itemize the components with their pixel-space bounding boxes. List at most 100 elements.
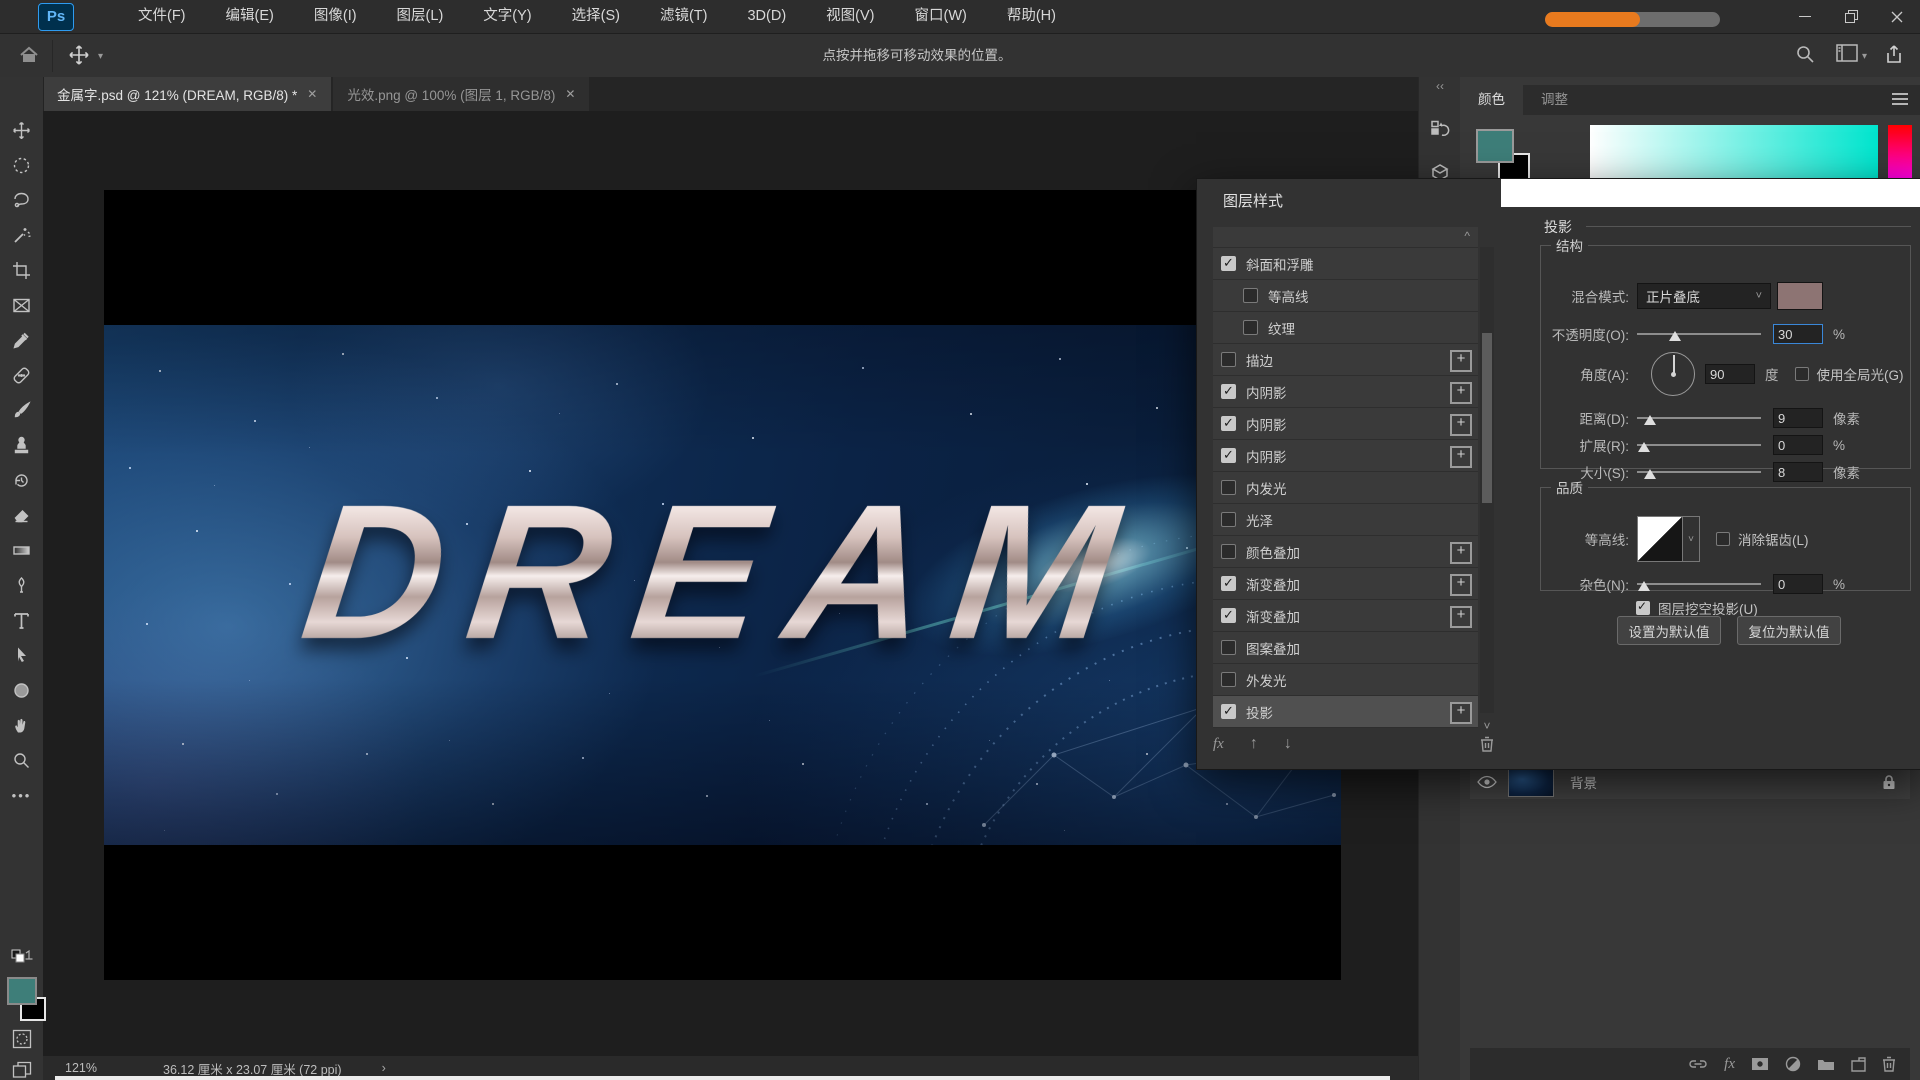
workspace-chevron-icon[interactable]: ▾: [1862, 51, 1867, 62]
style-item-pattern-overlay[interactable]: 图案叠加: [1213, 632, 1478, 664]
layer-row-background[interactable]: 背景: [1470, 765, 1910, 799]
spread-input[interactable]: [1773, 435, 1823, 455]
checkbox-checked[interactable]: [1221, 384, 1236, 399]
eraser-tool[interactable]: [0, 498, 43, 533]
restore-button[interactable]: [1828, 0, 1874, 33]
add-effect-icon[interactable]: +: [1450, 382, 1472, 404]
add-style-fx-icon[interactable]: fx: [1213, 736, 1224, 753]
tab-document-2[interactable]: 光效.png @ 100% (图层 1, RGB/8) ✕: [333, 77, 589, 111]
frame-tool[interactable]: [0, 288, 43, 323]
layer-thumbnail[interactable]: [1508, 767, 1554, 797]
style-item-inner-shadow-1[interactable]: 内阴影+: [1213, 376, 1478, 408]
distance-input[interactable]: [1773, 408, 1823, 428]
menu-layer[interactable]: 图层(L): [377, 0, 464, 33]
gradient-tool[interactable]: [0, 533, 43, 568]
knockout-checkbox[interactable]: [1636, 601, 1650, 615]
add-effect-icon[interactable]: +: [1450, 446, 1472, 468]
style-item-stroke[interactable]: 描边+: [1213, 344, 1478, 376]
move-effect-up-icon[interactable]: ↑: [1250, 735, 1258, 753]
slider-thumb[interactable]: [1669, 331, 1681, 341]
move-effect-down-icon[interactable]: ↓: [1284, 735, 1292, 753]
noise-input[interactable]: [1773, 574, 1823, 594]
style-item-color-overlay[interactable]: 颜色叠加+: [1213, 536, 1478, 568]
add-effect-icon[interactable]: +: [1450, 350, 1472, 372]
pen-tool[interactable]: [0, 568, 43, 603]
share-icon[interactable]: [1884, 44, 1904, 64]
delete-layer-icon[interactable]: [1882, 1056, 1896, 1072]
noise-slider[interactable]: [1637, 583, 1761, 585]
tab-adjustments[interactable]: 调整: [1523, 85, 1586, 115]
menu-view[interactable]: 视图(V): [806, 0, 894, 33]
slider-thumb[interactable]: [1638, 442, 1650, 452]
tab-close-icon[interactable]: ✕: [307, 87, 317, 101]
blend-mode-dropdown[interactable]: 正片叠底 ˅: [1637, 283, 1771, 309]
checkbox-checked[interactable]: [1221, 608, 1236, 623]
move-tool-option-icon[interactable]: [68, 44, 90, 66]
angle-dial[interactable]: [1651, 352, 1695, 396]
menu-type[interactable]: 文字(Y): [463, 0, 551, 33]
history-panel-icon[interactable]: [1419, 109, 1461, 151]
chevron-down-icon[interactable]: ˅: [1480, 719, 1494, 733]
style-item-bevel-emboss[interactable]: 斜面和浮雕: [1213, 248, 1478, 280]
spread-slider[interactable]: [1637, 444, 1761, 446]
checkbox-checked[interactable]: [1221, 256, 1236, 271]
list-scroll-up[interactable]: ^: [1213, 227, 1478, 248]
menu-edit[interactable]: 编辑(E): [206, 0, 294, 33]
shape-tool[interactable]: [0, 673, 43, 708]
opacity-slider[interactable]: [1637, 333, 1761, 335]
workspace-icon[interactable]: [1836, 44, 1858, 62]
menu-file[interactable]: 文件(F): [118, 0, 206, 33]
delete-effect-icon[interactable]: [1480, 736, 1494, 752]
add-effect-icon[interactable]: +: [1450, 574, 1472, 596]
panel-foreground-swatch[interactable]: [1476, 129, 1514, 163]
lasso-tool[interactable]: [0, 183, 43, 218]
panel-menu-icon[interactable]: [1892, 93, 1908, 95]
checkbox-checked[interactable]: [1221, 448, 1236, 463]
tab-document-1[interactable]: 金属字.psd @ 121% (DREAM, RGB/8) * ✕: [43, 77, 331, 111]
marquee-tool[interactable]: [0, 148, 43, 183]
zoom-tool[interactable]: [0, 743, 43, 778]
zoom-level-field[interactable]: 121%: [65, 1061, 135, 1075]
add-effect-icon[interactable]: +: [1450, 542, 1472, 564]
path-select-tool[interactable]: [0, 638, 43, 673]
style-list-scrollbar[interactable]: [1480, 247, 1494, 713]
healing-brush-tool[interactable]: [0, 358, 43, 393]
contour-dropdown-icon[interactable]: ˅: [1683, 516, 1700, 562]
add-effect-icon[interactable]: +: [1450, 414, 1472, 436]
eyedropper-tool[interactable]: [0, 323, 43, 358]
checkbox-unchecked[interactable]: [1221, 512, 1236, 527]
screen-mode-icon[interactable]: [0, 1061, 43, 1079]
distance-slider[interactable]: [1637, 417, 1761, 419]
document-canvas[interactable]: DREAM: [104, 190, 1341, 980]
hand-tool[interactable]: [0, 708, 43, 743]
style-item-gradient-overlay-1[interactable]: 渐变叠加+: [1213, 568, 1478, 600]
menu-image[interactable]: 图像(I): [294, 0, 377, 33]
tab-close-icon[interactable]: ✕: [565, 87, 575, 101]
type-tool[interactable]: [0, 603, 43, 638]
contour-thumbnail[interactable]: [1637, 516, 1683, 562]
magic-wand-tool[interactable]: [0, 218, 43, 253]
opacity-input[interactable]: [1773, 324, 1823, 344]
new-layer-icon[interactable]: [1851, 1057, 1866, 1072]
checkbox-checked[interactable]: [1221, 704, 1236, 719]
checkbox-checked[interactable]: [1221, 416, 1236, 431]
menu-3d[interactable]: 3D(D): [727, 0, 806, 33]
style-item-texture[interactable]: 纹理: [1213, 312, 1478, 344]
collapse-panels-icon[interactable]: ‹‹: [1419, 77, 1461, 95]
color-ramp[interactable]: [1590, 125, 1878, 185]
shadow-color-swatch[interactable]: [1777, 282, 1823, 310]
slider-thumb[interactable]: [1638, 581, 1650, 591]
edit-toolbar-icon[interactable]: •••: [0, 778, 43, 813]
style-item-drop-shadow[interactable]: 投影+: [1213, 696, 1478, 728]
set-default-button[interactable]: 设置为默认值: [1617, 616, 1721, 645]
size-slider[interactable]: [1637, 471, 1761, 473]
home-icon[interactable]: [18, 44, 40, 66]
checkbox-unchecked[interactable]: [1221, 480, 1236, 495]
add-effect-icon[interactable]: +: [1450, 606, 1472, 628]
checkbox-unchecked[interactable]: [1243, 320, 1258, 335]
new-group-icon[interactable]: [1817, 1057, 1835, 1071]
menu-help[interactable]: 帮助(H): [987, 0, 1076, 33]
clone-stamp-tool[interactable]: [0, 428, 43, 463]
tab-color[interactable]: 颜色: [1460, 85, 1523, 115]
reset-default-button[interactable]: 复位为默认值: [1737, 616, 1841, 645]
